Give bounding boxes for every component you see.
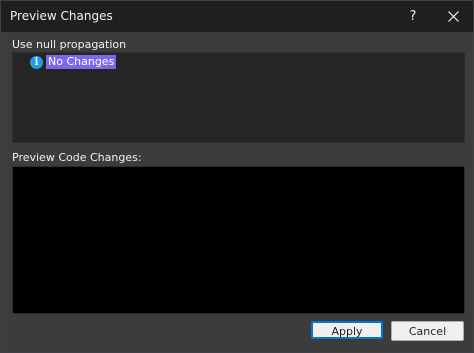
preview-changes-dialog: Preview Changes ? Use null propagation i… <box>0 0 474 353</box>
close-icon <box>447 11 459 22</box>
code-preview-pane[interactable] <box>12 166 465 314</box>
changes-tree[interactable]: i No Changes <box>12 52 465 143</box>
close-button[interactable] <box>437 1 469 32</box>
info-icon: i <box>30 55 43 69</box>
tree-item-no-changes[interactable]: i No Changes <box>30 55 117 69</box>
null-propagation-label: Use null propagation <box>12 38 127 51</box>
title-bar: Preview Changes ? <box>1 1 473 32</box>
cancel-button[interactable]: Cancel <box>391 321 464 341</box>
apply-button[interactable]: Apply <box>311 321 383 339</box>
window-title: Preview Changes <box>10 9 113 23</box>
preview-code-changes-label: Preview Code Changes: <box>12 151 142 164</box>
tree-item-label: No Changes <box>46 55 117 69</box>
help-button[interactable]: ? <box>399 1 427 32</box>
